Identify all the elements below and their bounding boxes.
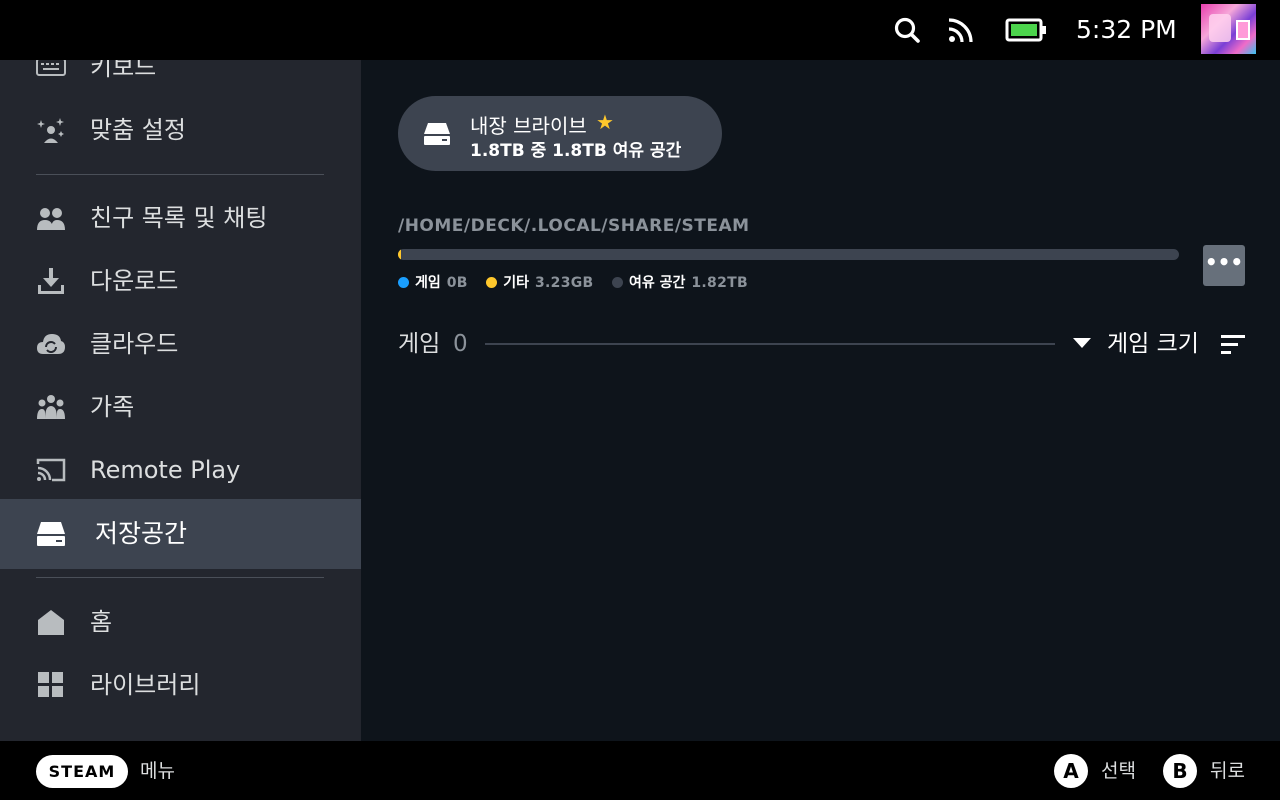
legend-dot (398, 276, 409, 288)
b-button-icon[interactable]: B (1163, 754, 1197, 788)
sidebar-item-downloads[interactable]: 다운로드 (0, 250, 361, 312)
steam-button[interactable]: STEAM (36, 755, 128, 788)
keyboard-icon (36, 60, 66, 76)
legend-value: 3.23GB (535, 275, 594, 291)
drive-icon (424, 123, 450, 145)
legend-value: 0B (446, 275, 468, 291)
search-icon[interactable] (891, 14, 923, 46)
games-divider (485, 343, 1055, 345)
sidebar-item-keyboard[interactable]: 키보드 (0, 60, 361, 98)
games-header: 게임 0 게임 크기 (398, 326, 1248, 362)
more-options-button[interactable]: ••• (1203, 245, 1245, 286)
sidebar-item-library[interactable]: 라이브러리 (0, 654, 361, 716)
a-button-icon[interactable]: A (1054, 754, 1088, 788)
sidebar-divider (36, 174, 324, 175)
sidebar-item-customization[interactable]: 맞춤 설정 (0, 99, 361, 161)
usage-segment-other (398, 249, 401, 260)
legend-dot (486, 276, 498, 288)
usage-legend: 게임 0B 기타 3.23GB 여유 공간 1.82TB (398, 272, 762, 292)
avatar-art-card (1236, 20, 1250, 40)
install-path: /HOME/DECK/.LOCAL/SHARE/STEAM (398, 216, 750, 236)
legend-label: 기타 (503, 275, 529, 291)
sidebar-item-label: 맞춤 설정 (90, 116, 186, 144)
grid-icon (38, 672, 63, 697)
family-icon (37, 395, 65, 419)
drive-name: 내장 브라이브 (470, 114, 587, 138)
menu-label: 메뉴 (140, 760, 175, 782)
sidebar-item-label: 클라우드 (90, 330, 179, 358)
drive-free-space: 1.8TB 중 1.8TB 여유 공간 (470, 141, 682, 161)
sidebar-item-friends[interactable]: 친구 목록 및 채팅 (0, 187, 361, 249)
chevron-down-icon[interactable] (1073, 338, 1091, 348)
select-label: 선택 (1101, 760, 1136, 782)
star-icon: ★ (596, 110, 614, 134)
sidebar-item-family[interactable]: 가족 (0, 376, 361, 438)
drive-selector[interactable]: 내장 브라이브 ★ 1.8TB 중 1.8TB 여유 공간 (398, 96, 722, 171)
legend-games: 게임 0B (398, 272, 468, 292)
top-bar: 5:32 PM (0, 0, 1280, 60)
sidebar-item-label: 키보드 (90, 60, 157, 81)
sidebar-item-label: 홈 (90, 608, 113, 636)
legend-other: 기타 3.23GB (486, 272, 593, 292)
sort-icon[interactable] (1221, 333, 1245, 355)
sidebar-item-remote-play[interactable]: Remote Play (0, 439, 361, 501)
sort-dropdown[interactable]: 게임 크기 (1107, 326, 1199, 362)
legend-dot (611, 276, 623, 288)
storage-usage-bar (398, 249, 1179, 260)
sidebar-item-home[interactable]: 홈 (0, 591, 361, 653)
home-icon (38, 610, 64, 635)
sidebar-item-cloud[interactable]: 클라우드 (0, 313, 361, 375)
clock: 5:32 PM (1076, 15, 1177, 44)
legend-value: 1.82TB (691, 275, 748, 291)
avatar[interactable] (1201, 4, 1256, 54)
sidebar-item-label: 저장공간 (95, 519, 188, 548)
storage-panel: 내장 브라이브 ★ 1.8TB 중 1.8TB 여유 공간 /HOME/DECK… (361, 60, 1280, 741)
avatar-art-figure (1209, 14, 1231, 42)
legend-free: 여유 공간 1.82TB (611, 272, 748, 292)
legend-label: 여유 공간 (628, 275, 686, 291)
sidebar-item-label: 다운로드 (90, 267, 179, 295)
friends-icon (37, 208, 65, 230)
sidebar-item-label: 친구 목록 및 채팅 (90, 204, 268, 232)
legend-label: 게임 (415, 275, 441, 291)
cloud-sync-icon (37, 334, 65, 354)
sidebar-divider (36, 577, 324, 578)
sidebar-item-label: Remote Play (90, 456, 241, 484)
drive-icon (37, 522, 65, 546)
sidebar-item-storage[interactable]: 저장공간 (0, 499, 361, 569)
sparkle-user-icon (37, 118, 64, 143)
rss-icon (948, 18, 973, 43)
bottom-bar: STEAM 메뉴 A 선택 B 뒤로 (0, 741, 1280, 800)
download-icon (38, 268, 64, 294)
back-label: 뒤로 (1210, 760, 1245, 782)
games-label: 게임 (398, 331, 441, 357)
cast-icon (36, 458, 66, 482)
sidebar-item-label: 가족 (90, 393, 135, 421)
battery-icon (1005, 18, 1046, 42)
games-count: 0 (453, 331, 468, 357)
sidebar-item-label: 라이브러리 (90, 671, 201, 699)
sidebar: 키보드 맞춤 설정 친구 목록 및 채팅 다운로드 클라우드 가족 Remote… (0, 60, 361, 741)
